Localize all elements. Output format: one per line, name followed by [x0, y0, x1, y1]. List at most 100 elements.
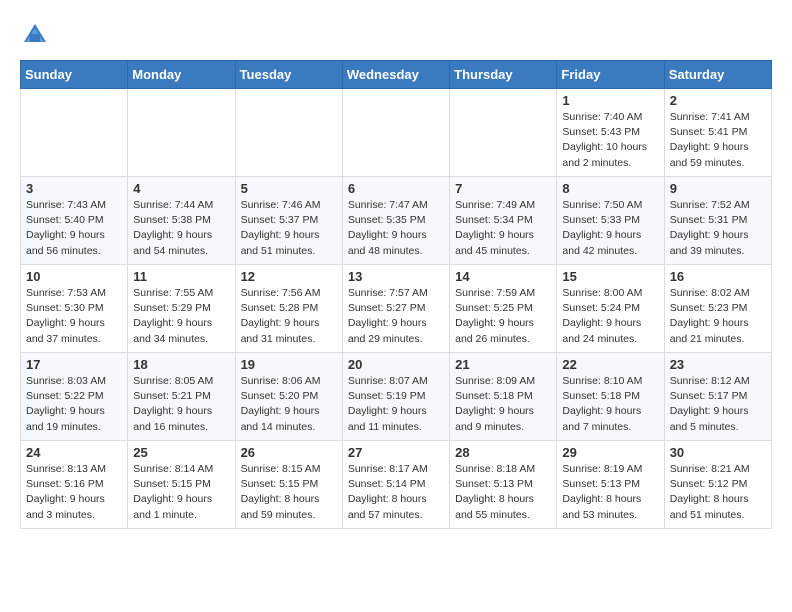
day-info: Sunrise: 7:41 AM Sunset: 5:41 PM Dayligh… [670, 110, 766, 171]
calendar-table: SundayMondayTuesdayWednesdayThursdayFrid… [20, 60, 772, 529]
day-number: 23 [670, 357, 766, 372]
calendar-cell: 29 Sunrise: 8:19 AM Sunset: 5:13 PM Dayli… [557, 441, 664, 529]
day-info: Sunrise: 7:50 AM Sunset: 5:33 PM Dayligh… [562, 198, 658, 259]
calendar-cell: 3 Sunrise: 7:43 AM Sunset: 5:40 PM Daylig… [21, 177, 128, 265]
calendar-cell: 22 Sunrise: 8:10 AM Sunset: 5:18 PM Dayli… [557, 353, 664, 441]
day-info: Sunrise: 8:07 AM Sunset: 5:19 PM Dayligh… [348, 374, 444, 435]
calendar-cell: 16 Sunrise: 8:02 AM Sunset: 5:23 PM Dayli… [664, 265, 771, 353]
day-number: 15 [562, 269, 658, 284]
calendar-cell: 20 Sunrise: 8:07 AM Sunset: 5:19 PM Dayli… [342, 353, 449, 441]
day-info: Sunrise: 8:21 AM Sunset: 5:12 PM Dayligh… [670, 462, 766, 523]
calendar-cell: 28Sunrise: 8:18 AM Sunset: 5:13 PM Dayli… [450, 441, 557, 529]
day-number: 8 [562, 181, 658, 196]
calendar-cell: 30 Sunrise: 8:21 AM Sunset: 5:12 PM Dayli… [664, 441, 771, 529]
calendar-week-row: 3 Sunrise: 7:43 AM Sunset: 5:40 PM Daylig… [21, 177, 772, 265]
day-number: 17 [26, 357, 122, 372]
calendar-cell: 26 Sunrise: 8:15 AM Sunset: 5:15 PM Dayli… [235, 441, 342, 529]
day-info: Sunrise: 8:00 AM Sunset: 5:24 PM Dayligh… [562, 286, 658, 347]
day-number: 21 [455, 357, 551, 372]
day-info: Sunrise: 7:43 AM Sunset: 5:40 PM Dayligh… [26, 198, 122, 259]
weekday-header-saturday: Saturday [664, 61, 771, 89]
day-number: 26 [241, 445, 337, 460]
day-info: Sunrise: 8:03 AM Sunset: 5:22 PM Dayligh… [26, 374, 122, 435]
day-number: 22 [562, 357, 658, 372]
calendar-cell: 13Sunrise: 7:57 AM Sunset: 5:27 PM Dayli… [342, 265, 449, 353]
calendar-cell: 27 Sunrise: 8:17 AM Sunset: 5:14 PM Dayli… [342, 441, 449, 529]
day-info: Sunrise: 8:09 AM Sunset: 5:18 PM Dayligh… [455, 374, 551, 435]
day-info: Sunrise: 7:56 AM Sunset: 5:28 PM Dayligh… [241, 286, 337, 347]
calendar-cell: 19Sunrise: 8:06 AM Sunset: 5:20 PM Dayli… [235, 353, 342, 441]
calendar-cell: 11Sunrise: 7:55 AM Sunset: 5:29 PM Dayli… [128, 265, 235, 353]
calendar-cell: 12 Sunrise: 7:56 AM Sunset: 5:28 PM Dayli… [235, 265, 342, 353]
day-info: Sunrise: 8:18 AM Sunset: 5:13 PM Dayligh… [455, 462, 551, 523]
weekday-header-tuesday: Tuesday [235, 61, 342, 89]
day-info: Sunrise: 7:53 AM Sunset: 5:30 PM Dayligh… [26, 286, 122, 347]
day-number: 7 [455, 181, 551, 196]
day-info: Sunrise: 7:55 AM Sunset: 5:29 PM Dayligh… [133, 286, 229, 347]
logo [20, 20, 54, 50]
day-info: Sunrise: 7:47 AM Sunset: 5:35 PM Dayligh… [348, 198, 444, 259]
calendar-cell: 1 Sunrise: 7:40 AM Sunset: 5:43 PM Daylig… [557, 89, 664, 177]
day-info: Sunrise: 8:19 AM Sunset: 5:13 PM Dayligh… [562, 462, 658, 523]
logo-icon [20, 20, 50, 50]
calendar-cell [235, 89, 342, 177]
day-number: 19 [241, 357, 337, 372]
day-number: 4 [133, 181, 229, 196]
day-info: Sunrise: 7:44 AM Sunset: 5:38 PM Dayligh… [133, 198, 229, 259]
weekday-header-sunday: Sunday [21, 61, 128, 89]
calendar-cell: 17 Sunrise: 8:03 AM Sunset: 5:22 PM Dayli… [21, 353, 128, 441]
calendar-cell: 9Sunrise: 7:52 AM Sunset: 5:31 PM Daylig… [664, 177, 771, 265]
day-info: Sunrise: 8:10 AM Sunset: 5:18 PM Dayligh… [562, 374, 658, 435]
calendar-week-row: 1 Sunrise: 7:40 AM Sunset: 5:43 PM Daylig… [21, 89, 772, 177]
calendar-cell: 15 Sunrise: 8:00 AM Sunset: 5:24 PM Dayli… [557, 265, 664, 353]
calendar-cell: 8 Sunrise: 7:50 AM Sunset: 5:33 PM Daylig… [557, 177, 664, 265]
day-number: 27 [348, 445, 444, 460]
day-number: 30 [670, 445, 766, 460]
calendar-cell: 25 Sunrise: 8:14 AM Sunset: 5:15 PM Dayli… [128, 441, 235, 529]
calendar-cell: 5 Sunrise: 7:46 AM Sunset: 5:37 PM Daylig… [235, 177, 342, 265]
day-info: Sunrise: 8:15 AM Sunset: 5:15 PM Dayligh… [241, 462, 337, 523]
weekday-header-thursday: Thursday [450, 61, 557, 89]
day-number: 1 [562, 93, 658, 108]
day-info: Sunrise: 8:05 AM Sunset: 5:21 PM Dayligh… [133, 374, 229, 435]
calendar-cell: 7 Sunrise: 7:49 AM Sunset: 5:34 PM Daylig… [450, 177, 557, 265]
day-number: 18 [133, 357, 229, 372]
calendar-cell: 23 Sunrise: 8:12 AM Sunset: 5:17 PM Dayli… [664, 353, 771, 441]
day-number: 3 [26, 181, 122, 196]
day-info: Sunrise: 7:49 AM Sunset: 5:34 PM Dayligh… [455, 198, 551, 259]
day-number: 20 [348, 357, 444, 372]
calendar-cell: 2Sunrise: 7:41 AM Sunset: 5:41 PM Daylig… [664, 89, 771, 177]
day-info: Sunrise: 8:12 AM Sunset: 5:17 PM Dayligh… [670, 374, 766, 435]
calendar-cell [342, 89, 449, 177]
day-info: Sunrise: 8:13 AM Sunset: 5:16 PM Dayligh… [26, 462, 122, 523]
day-info: Sunrise: 8:02 AM Sunset: 5:23 PM Dayligh… [670, 286, 766, 347]
day-info: Sunrise: 8:17 AM Sunset: 5:14 PM Dayligh… [348, 462, 444, 523]
calendar-cell: 10 Sunrise: 7:53 AM Sunset: 5:30 PM Dayli… [21, 265, 128, 353]
day-info: Sunrise: 7:52 AM Sunset: 5:31 PM Dayligh… [670, 198, 766, 259]
calendar-week-row: 10 Sunrise: 7:53 AM Sunset: 5:30 PM Dayli… [21, 265, 772, 353]
day-number: 14 [455, 269, 551, 284]
calendar-cell [128, 89, 235, 177]
calendar-week-row: 17 Sunrise: 8:03 AM Sunset: 5:22 PM Dayli… [21, 353, 772, 441]
calendar-cell [450, 89, 557, 177]
day-number: 10 [26, 269, 122, 284]
calendar-cell: 6Sunrise: 7:47 AM Sunset: 5:35 PM Daylig… [342, 177, 449, 265]
weekday-header-row: SundayMondayTuesdayWednesdayThursdayFrid… [21, 61, 772, 89]
day-number: 12 [241, 269, 337, 284]
calendar-cell: 24 Sunrise: 8:13 AM Sunset: 5:16 PM Dayli… [21, 441, 128, 529]
day-info: Sunrise: 7:46 AM Sunset: 5:37 PM Dayligh… [241, 198, 337, 259]
header [20, 20, 772, 50]
weekday-header-friday: Friday [557, 61, 664, 89]
day-number: 24 [26, 445, 122, 460]
day-info: Sunrise: 7:40 AM Sunset: 5:43 PM Dayligh… [562, 110, 658, 171]
day-info: Sunrise: 8:14 AM Sunset: 5:15 PM Dayligh… [133, 462, 229, 523]
calendar-cell: 18 Sunrise: 8:05 AM Sunset: 5:21 PM Dayli… [128, 353, 235, 441]
day-number: 29 [562, 445, 658, 460]
calendar-cell: 14Sunrise: 7:59 AM Sunset: 5:25 PM Dayli… [450, 265, 557, 353]
day-number: 16 [670, 269, 766, 284]
day-number: 25 [133, 445, 229, 460]
day-number: 5 [241, 181, 337, 196]
weekday-header-wednesday: Wednesday [342, 61, 449, 89]
calendar-cell [21, 89, 128, 177]
day-number: 13 [348, 269, 444, 284]
